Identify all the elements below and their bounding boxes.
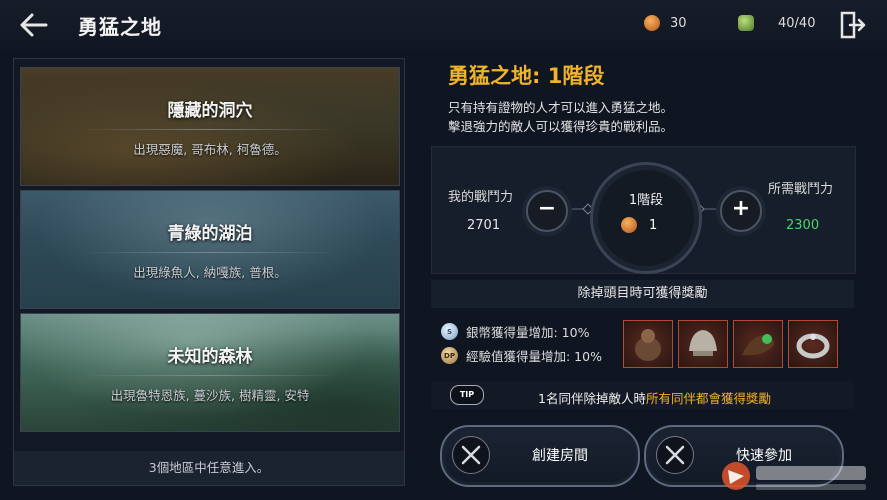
tip-badge: TIP xyxy=(450,385,484,405)
reward-heading: 除掉頭目時可獲得獎勵 xyxy=(431,280,854,308)
area-card-forest[interactable]: 未知的森林 出現魯特恩族, 蔓沙族, 樹精靈, 安特 xyxy=(20,313,400,432)
area-name: 未知的森林 xyxy=(167,347,253,367)
divider xyxy=(81,252,339,253)
currency-ticket: 40/40 xyxy=(738,12,815,34)
area-desc: 出現魯特恩族, 蔓沙族, 樹精靈, 安特 xyxy=(110,388,310,403)
reward-item-3[interactable] xyxy=(733,320,783,368)
area-list-panel: 隱藏的洞穴 出現惡魔, 哥布林, 柯魯德。 青綠的湖泊 出現綠魚人, 納嘎族, … xyxy=(13,58,405,486)
plus-icon: + xyxy=(731,196,751,221)
site-watermark-logo xyxy=(722,462,866,490)
silver-bonus-text: 銀幣獲得量增加: 10% xyxy=(466,325,590,340)
silver-bonus-row: S 銀幣獲得量增加: 10% xyxy=(441,322,589,341)
area-name: 青綠的湖泊 xyxy=(167,224,253,244)
helmet-icon xyxy=(689,330,717,356)
medal-count: 30 xyxy=(670,15,687,31)
currency-medal: 30 xyxy=(644,12,687,34)
reward-item-2[interactable] xyxy=(678,320,728,368)
reward-item-4[interactable] xyxy=(788,320,838,368)
divider xyxy=(81,129,339,130)
divider xyxy=(81,375,339,376)
area-list-footer: 3個地區中任意進入。 xyxy=(14,451,404,485)
tip-text-normal: 1名同伴除掉敵人時 xyxy=(538,391,646,406)
exit-door-icon[interactable] xyxy=(838,10,866,40)
medal-coin-icon xyxy=(621,217,637,233)
stage-cost: 1 xyxy=(621,217,657,233)
area-card-cave[interactable]: 隱藏的洞穴 出現惡魔, 哥布林, 柯魯德。 xyxy=(20,67,400,186)
area-card-lake[interactable]: 青綠的湖泊 出現綠魚人, 納嘎族, 普根。 xyxy=(20,190,400,309)
evidence-ticket-icon xyxy=(738,15,754,31)
required-power-value: 2300 xyxy=(786,218,820,233)
stage-label: 1階段 xyxy=(628,193,664,208)
tip-text: 1名同伴除掉敵人時所有同伴都會獲得獎勵 xyxy=(538,388,771,407)
tip-text-highlight: 所有同伴都會獲得獎勵 xyxy=(645,391,771,406)
area-name: 隱藏的洞穴 xyxy=(167,101,253,121)
create-room-button[interactable]: 創建房間 xyxy=(440,425,640,487)
reward-item-1[interactable] xyxy=(623,320,673,368)
silver-coin-icon: S xyxy=(441,323,458,340)
exp-bonus-row: DP 經驗值獲得量增加: 10% xyxy=(441,346,602,365)
ring-icon xyxy=(796,333,830,359)
page-title: 勇猛之地 xyxy=(78,15,162,39)
required-power-label: 所需戰鬥力 xyxy=(768,182,834,197)
decrease-stage-button[interactable]: − xyxy=(526,190,568,232)
area-desc: 出現綠魚人, 納嘎族, 普根。 xyxy=(133,265,287,280)
medal-coin-icon xyxy=(644,15,660,31)
detail-desc-line-2: 擊退強力的敵人可以獲得珍貴的戰利品。 xyxy=(448,119,674,134)
armor-bag-icon xyxy=(635,329,661,361)
detail-desc-line-1: 只有持有證物的人才可以進入勇猛之地。 xyxy=(448,100,674,115)
ticket-count: 40/40 xyxy=(778,15,816,31)
stage-title: 勇猛之地: 1階段 xyxy=(448,64,605,88)
create-room-label: 創建房間 xyxy=(532,448,588,464)
minus-icon: − xyxy=(537,196,557,221)
top-bar: 勇猛之地 30 40/40 xyxy=(0,0,887,50)
exp-icon: DP xyxy=(441,347,458,364)
my-power-value: 2701 xyxy=(467,218,501,233)
crossed-swords-icon xyxy=(452,436,490,474)
gloves-icon xyxy=(742,334,774,356)
increase-stage-button[interactable]: + xyxy=(720,190,762,232)
exp-bonus-text: 經驗值獲得量增加: 10% xyxy=(466,349,602,364)
stage-cost-value: 1 xyxy=(649,217,658,233)
my-power-label: 我的戰鬥力 xyxy=(448,190,514,205)
crossed-swords-icon xyxy=(656,436,694,474)
back-arrow-icon[interactable] xyxy=(16,8,50,42)
area-desc: 出現惡魔, 哥布林, 柯魯德。 xyxy=(133,142,287,157)
stage-selector: 1階段 1 xyxy=(590,162,702,274)
